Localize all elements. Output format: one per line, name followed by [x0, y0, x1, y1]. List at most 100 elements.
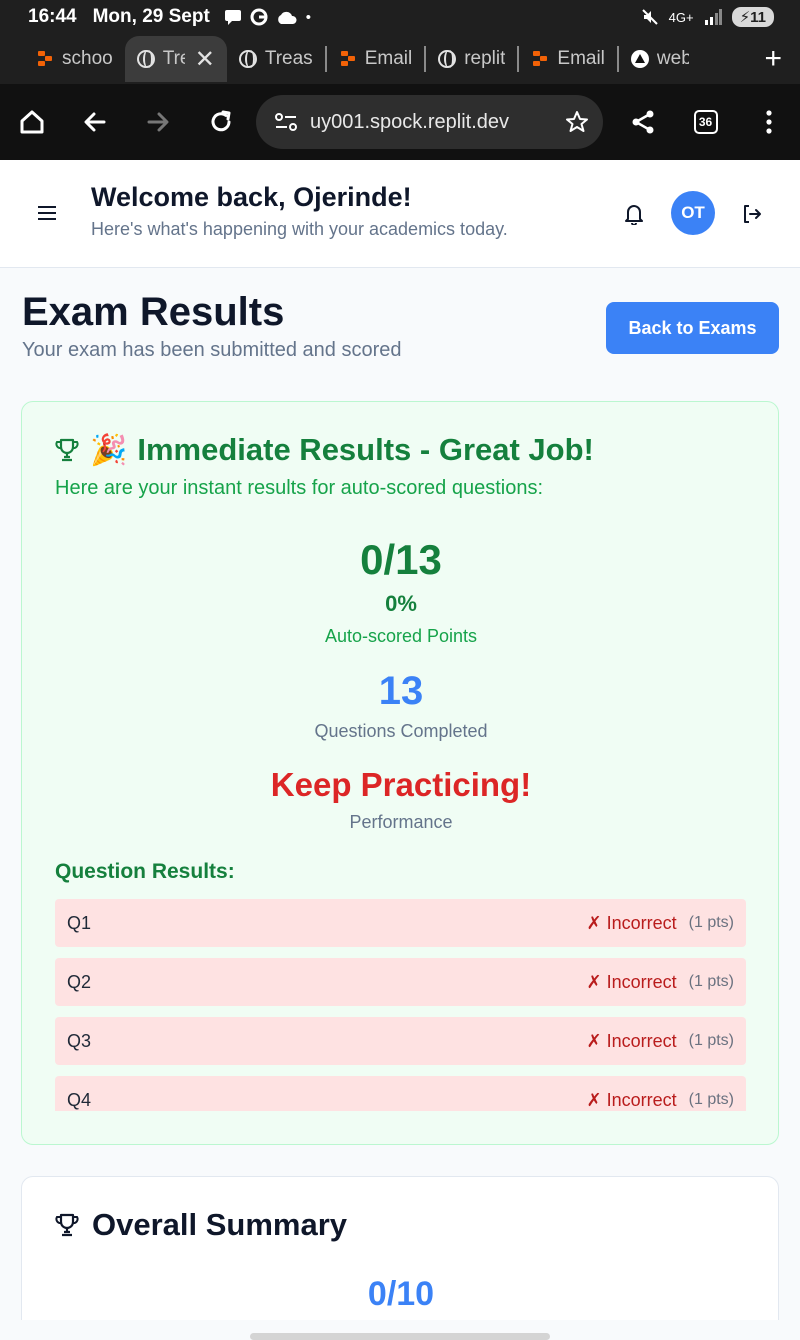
tab-switcher-button[interactable]: 36 [674, 90, 737, 154]
auto-score-percent: 0% [385, 591, 417, 616]
status-time: 16:44 [28, 6, 77, 27]
replit-icon [339, 50, 357, 68]
notification-icons: • [224, 8, 311, 26]
bookmark-star-icon[interactable] [565, 110, 589, 134]
browser-toolbar: uy001.spock.replit.dev 36 [0, 84, 800, 160]
tab-treas[interactable]: Treas [227, 36, 325, 82]
question-result-row: Q1 ✗ Incorrect (1 pts) [55, 899, 746, 947]
question-points: (1 pts) [688, 1091, 734, 1108]
share-icon [632, 110, 653, 134]
cloud-icon [277, 11, 297, 24]
results-subtitle: Here are your instant results for auto-s… [55, 477, 544, 499]
globe-icon [238, 50, 257, 68]
forward-button[interactable] [126, 90, 189, 154]
tab-schoo[interactable]: schoo [24, 36, 125, 82]
home-button[interactable] [0, 90, 63, 154]
browser-tab-strip: schoo Tre ✕ Treas Email replit Email web… [0, 34, 800, 84]
battery-indicator: ⚡11 [731, 7, 774, 27]
tab-label: Email [364, 48, 413, 69]
overall-summary-card: Overall Summary 0/10 [21, 1176, 779, 1340]
tab-count: 36 [693, 110, 718, 134]
hamburger-icon [38, 206, 56, 220]
reload-icon [211, 110, 230, 132]
url-text: uy001.spock.replit.dev [310, 110, 510, 133]
summary-heading: Overall Summary [54, 1207, 347, 1243]
triangle-icon [630, 50, 649, 68]
question-status: ✗ Incorrect [586, 912, 677, 933]
status-bar: 16:44 Mon, 29 Sept • 4G+ ⚡11 [0, 0, 800, 34]
signal-icon [704, 9, 722, 25]
tab-active[interactable]: Tre ✕ [124, 36, 227, 82]
reload-button[interactable] [189, 90, 252, 154]
tab-label: schoo [62, 48, 113, 69]
question-status: ✗ Incorrect [586, 1030, 677, 1051]
tab-label: Treas [264, 48, 313, 69]
tab-label: Tre [162, 48, 185, 69]
question-results-list[interactable]: Q1 ✗ Incorrect (1 pts) Q2 ✗ Incorrect (1… [55, 899, 746, 1111]
welcome-block: Welcome back, Ojerinde! Here's what's ha… [91, 182, 508, 240]
address-bar[interactable]: uy001.spock.replit.dev [256, 95, 603, 149]
new-tab-button[interactable]: + [746, 42, 800, 76]
bell-icon [625, 205, 643, 225]
results-heading: 🎉 Immediate Results - Great Job! [54, 432, 594, 468]
back-button[interactable] [63, 90, 126, 154]
trophy-icon [55, 1213, 79, 1237]
arrow-right-icon [147, 112, 168, 132]
question-label: Q4 [67, 1089, 92, 1110]
browser-menu-button[interactable] [737, 90, 800, 154]
status-date: Mon, 29 Sept [92, 6, 210, 27]
question-result-row: Q2 ✗ Incorrect (1 pts) [55, 958, 746, 1006]
auto-score-label: Auto-scored Points [324, 626, 478, 646]
question-label: Q3 [67, 1030, 92, 1051]
replit-icon [531, 50, 549, 68]
trophy-icon [55, 438, 79, 462]
tab-replit[interactable]: replit [426, 36, 517, 82]
party-popper-icon: 🎉 [90, 433, 128, 467]
auto-score: 0/13 [360, 536, 442, 583]
page-subtitle: Your exam has been submitted and scored [22, 339, 402, 361]
welcome-title: Welcome back, Ojerinde! [91, 182, 412, 212]
dot-icon: • [305, 8, 312, 26]
welcome-subtitle: Here's what's happening with your academ… [91, 219, 508, 239]
more-vertical-icon [765, 110, 772, 134]
question-label: Q1 [67, 912, 92, 933]
questions-completed-count: 13 [378, 669, 424, 713]
performance-label: Performance [349, 812, 453, 832]
network-type: 4G+ [668, 9, 694, 25]
tab-web[interactable]: web [619, 36, 701, 82]
share-button[interactable] [611, 90, 674, 154]
question-status: ✗ Incorrect [586, 971, 677, 992]
immediate-results-card: 🎉 Immediate Results - Great Job! Here ar… [21, 401, 779, 1145]
site-settings-icon[interactable] [274, 112, 298, 132]
replit-icon [36, 50, 54, 68]
google-icon [250, 8, 268, 26]
close-tab-icon[interactable]: ✕ [195, 45, 215, 74]
app-header: Welcome back, Ojerinde! Here's what's ha… [0, 160, 800, 268]
system-icons: 4G+ ⚡11 [641, 7, 774, 27]
question-points: (1 pts) [688, 1032, 734, 1049]
notifications-button[interactable] [620, 200, 648, 228]
tab-label: Email [557, 48, 605, 69]
question-result-row: Q3 ✗ Incorrect (1 pts) [55, 1017, 746, 1065]
message-icon [224, 10, 241, 25]
menu-button[interactable] [34, 200, 60, 226]
back-to-exams-button[interactable]: Back to Exams [606, 302, 779, 354]
summary-title: Overall Summary [92, 1207, 348, 1242]
tab-label: replit [464, 48, 506, 69]
tab-email-1[interactable]: Email [327, 36, 425, 82]
globe-icon [136, 50, 155, 68]
mute-icon [641, 9, 658, 25]
question-points: (1 pts) [688, 973, 734, 990]
question-results-title: Question Results: [55, 860, 235, 883]
logout-icon [744, 205, 761, 223]
question-status: ✗ Incorrect [586, 1089, 677, 1110]
avatar[interactable]: OT [671, 191, 715, 235]
arrow-left-icon [84, 112, 105, 132]
tab-email-2[interactable]: Email [519, 36, 617, 82]
logout-button[interactable] [738, 200, 766, 228]
question-points: (1 pts) [688, 914, 734, 931]
question-result-row: Q4 ✗ Incorrect (1 pts) [55, 1076, 746, 1111]
home-icon [20, 110, 43, 134]
tab-label: web [656, 48, 689, 69]
gesture-bar[interactable] [250, 1333, 550, 1340]
